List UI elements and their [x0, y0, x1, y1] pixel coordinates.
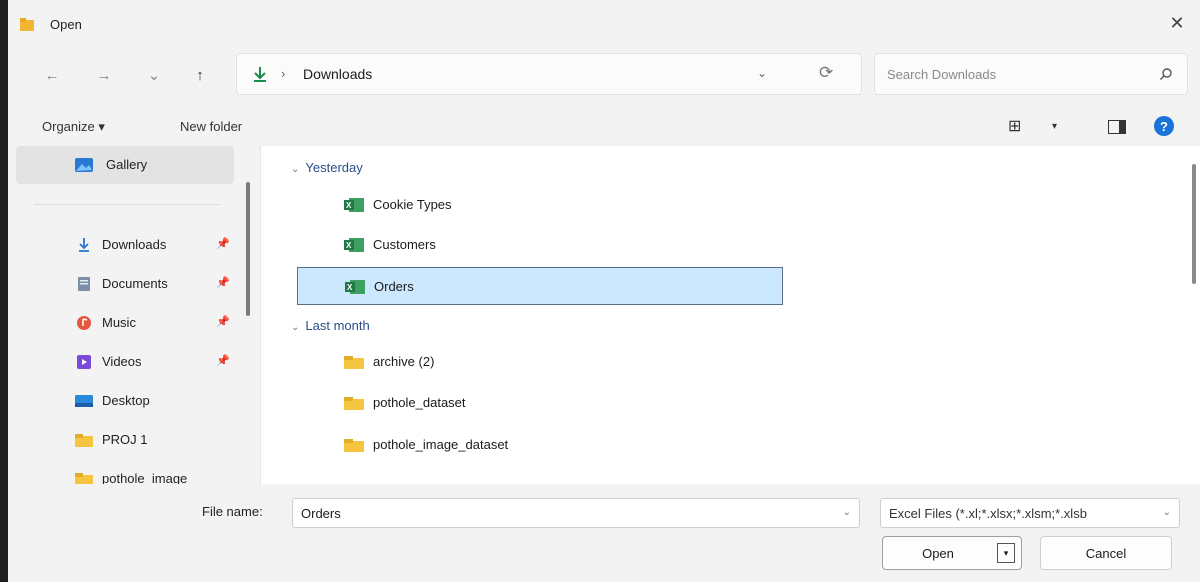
open-button-label: Open	[922, 546, 954, 561]
dialog-footer: File name: Orders ⌄ Excel Files (*.xl;*.…	[8, 484, 1200, 582]
desktop-icon	[75, 395, 93, 407]
video-icon	[77, 355, 91, 369]
sidebar-item-label: Videos	[102, 354, 142, 369]
list-item[interactable]: pothole_image_dataset	[291, 426, 777, 464]
excel-icon: X	[344, 198, 364, 212]
navigation-pane: Gallery Downloads 📌 Documents 📌 Music 📌 …	[8, 146, 262, 484]
sidebar-item-label: pothole_image	[102, 471, 188, 484]
excel-icon: X	[344, 238, 364, 252]
up-button[interactable]: ↑	[186, 63, 214, 87]
file-type-select[interactable]: Excel Files (*.xl;*.xlsx;*.xlsm;*.xlsb ⌄	[880, 498, 1180, 528]
file-name: archive (2)	[373, 354, 435, 369]
content-scrollbar[interactable]	[1192, 164, 1196, 284]
file-name: Cookie Types	[373, 197, 452, 212]
sidebar-item-label: Gallery	[106, 157, 148, 172]
path-separator: ›	[281, 66, 286, 81]
sidebar-item-videos[interactable]: Videos 📌	[16, 343, 234, 381]
pin-icon: 📌	[216, 316, 230, 328]
sidebar-item-music[interactable]: Music 📌	[16, 304, 234, 342]
preview-pane-icon[interactable]	[1108, 120, 1126, 134]
view-dropdown-icon[interactable]: ▾	[1052, 121, 1057, 132]
close-button[interactable]: ✕	[1154, 0, 1200, 46]
sidebar-item-label: Downloads	[102, 237, 167, 252]
folder-icon	[75, 434, 93, 447]
sidebar-item-desktop[interactable]: Desktop	[16, 382, 234, 420]
address-bar[interactable]: › Downloads ⌄ ⟳	[236, 53, 862, 95]
list-item[interactable]: pothole_dataset	[291, 384, 777, 422]
file-name: pothole_image_dataset	[373, 437, 509, 452]
file-name-value[interactable]: Orders	[301, 506, 341, 521]
navigation-bar: ← → ⌄ ↑ › Downloads ⌄ ⟳ Search Downloads	[8, 46, 1200, 104]
svg-text:X: X	[346, 201, 352, 210]
file-name: pothole_dataset	[373, 395, 466, 410]
list-item[interactable]: X Cookie Types	[291, 186, 777, 224]
sidebar-item-label: Documents	[102, 276, 168, 291]
title-bar: Open ✕	[8, 0, 1200, 46]
search-input[interactable]: Search Downloads	[887, 67, 996, 82]
open-file-dialog: Open ✕ ← → ⌄ ↑ › Downloads ⌄ ⟳ Search Do…	[8, 0, 1200, 582]
cancel-button[interactable]: Cancel	[1040, 536, 1172, 570]
sidebar-item-label: Desktop	[102, 393, 150, 408]
forward-button[interactable]: →	[90, 63, 118, 87]
file-list: ⌄ Yesterday X Cookie Types X Customers X	[260, 146, 1200, 484]
sidebar-item-documents[interactable]: Documents 📌	[16, 265, 234, 303]
music-icon	[77, 316, 91, 330]
background-window-edge	[0, 0, 8, 582]
chevron-down-icon[interactable]: ⌄	[1163, 507, 1171, 518]
file-name: Customers	[373, 237, 436, 252]
excel-icon: X	[345, 280, 365, 294]
refresh-icon[interactable]: ⟳	[819, 63, 833, 83]
pin-icon: 📌	[216, 277, 230, 289]
download-icon	[79, 238, 89, 252]
sidebar-divider	[34, 204, 220, 205]
pin-icon: 📌	[216, 238, 230, 250]
group-header-yesterday[interactable]: ⌄ Yesterday	[291, 160, 363, 175]
list-item-selected[interactable]: X Orders	[297, 267, 783, 305]
sidebar-item-pothole-image[interactable]: pothole_image	[16, 460, 234, 484]
svg-text:X: X	[346, 241, 352, 250]
recent-locations-button[interactable]: ⌄	[140, 63, 168, 87]
svg-text:X: X	[347, 283, 353, 292]
chevron-down-icon: ⌄	[291, 322, 300, 333]
sidebar-scrollbar[interactable]	[246, 182, 250, 316]
chevron-down-icon: ⌄	[291, 164, 300, 175]
pin-icon: 📌	[216, 355, 230, 367]
open-button[interactable]: Open ▾	[882, 536, 1022, 570]
group-header-last-month[interactable]: ⌄ Last month	[291, 318, 370, 333]
download-icon	[254, 67, 266, 82]
gallery-icon	[75, 158, 93, 172]
sidebar-item-proj1[interactable]: PROJ 1	[16, 421, 234, 459]
folder-icon	[75, 473, 93, 484]
command-toolbar: Organize ▾ New folder ⊞ ▾ ?	[8, 104, 1200, 146]
chevron-down-icon[interactable]: ⌄	[757, 66, 767, 80]
search-box[interactable]: Search Downloads	[874, 53, 1188, 95]
folder-icon	[344, 356, 364, 369]
dialog-title: Open	[50, 17, 82, 32]
chevron-down-icon[interactable]: ⌄	[843, 507, 851, 518]
list-item[interactable]: archive (2)	[291, 343, 777, 381]
file-type-value: Excel Files (*.xl;*.xlsx;*.xlsm;*.xlsb	[889, 506, 1087, 521]
file-name-field[interactable]: Orders ⌄	[292, 498, 860, 528]
organize-button[interactable]: Organize ▾	[42, 119, 105, 135]
group-header-label: Yesterday	[305, 160, 363, 175]
open-split-dropdown-icon[interactable]: ▾	[997, 543, 1015, 563]
help-icon[interactable]: ?	[1154, 116, 1174, 136]
sidebar-item-label: PROJ 1	[102, 432, 148, 447]
sidebar-item-downloads[interactable]: Downloads 📌	[16, 226, 234, 264]
folder-icon	[344, 439, 364, 452]
document-icon	[78, 277, 90, 291]
list-item[interactable]: X Customers	[291, 226, 777, 264]
new-folder-button[interactable]: New folder	[180, 119, 242, 134]
app-icon	[20, 18, 34, 31]
view-grid-icon[interactable]: ⊞	[1008, 116, 1021, 136]
file-name-label: File name:	[202, 504, 263, 519]
group-header-label: Last month	[305, 318, 370, 333]
sidebar-item-label: Music	[102, 315, 136, 330]
back-button[interactable]: ←	[38, 63, 66, 87]
search-icon	[1160, 68, 1172, 80]
file-name: Orders	[374, 279, 414, 294]
path-downloads[interactable]: Downloads	[303, 66, 372, 82]
folder-icon	[344, 397, 364, 410]
sidebar-item-gallery[interactable]: Gallery	[16, 146, 234, 184]
